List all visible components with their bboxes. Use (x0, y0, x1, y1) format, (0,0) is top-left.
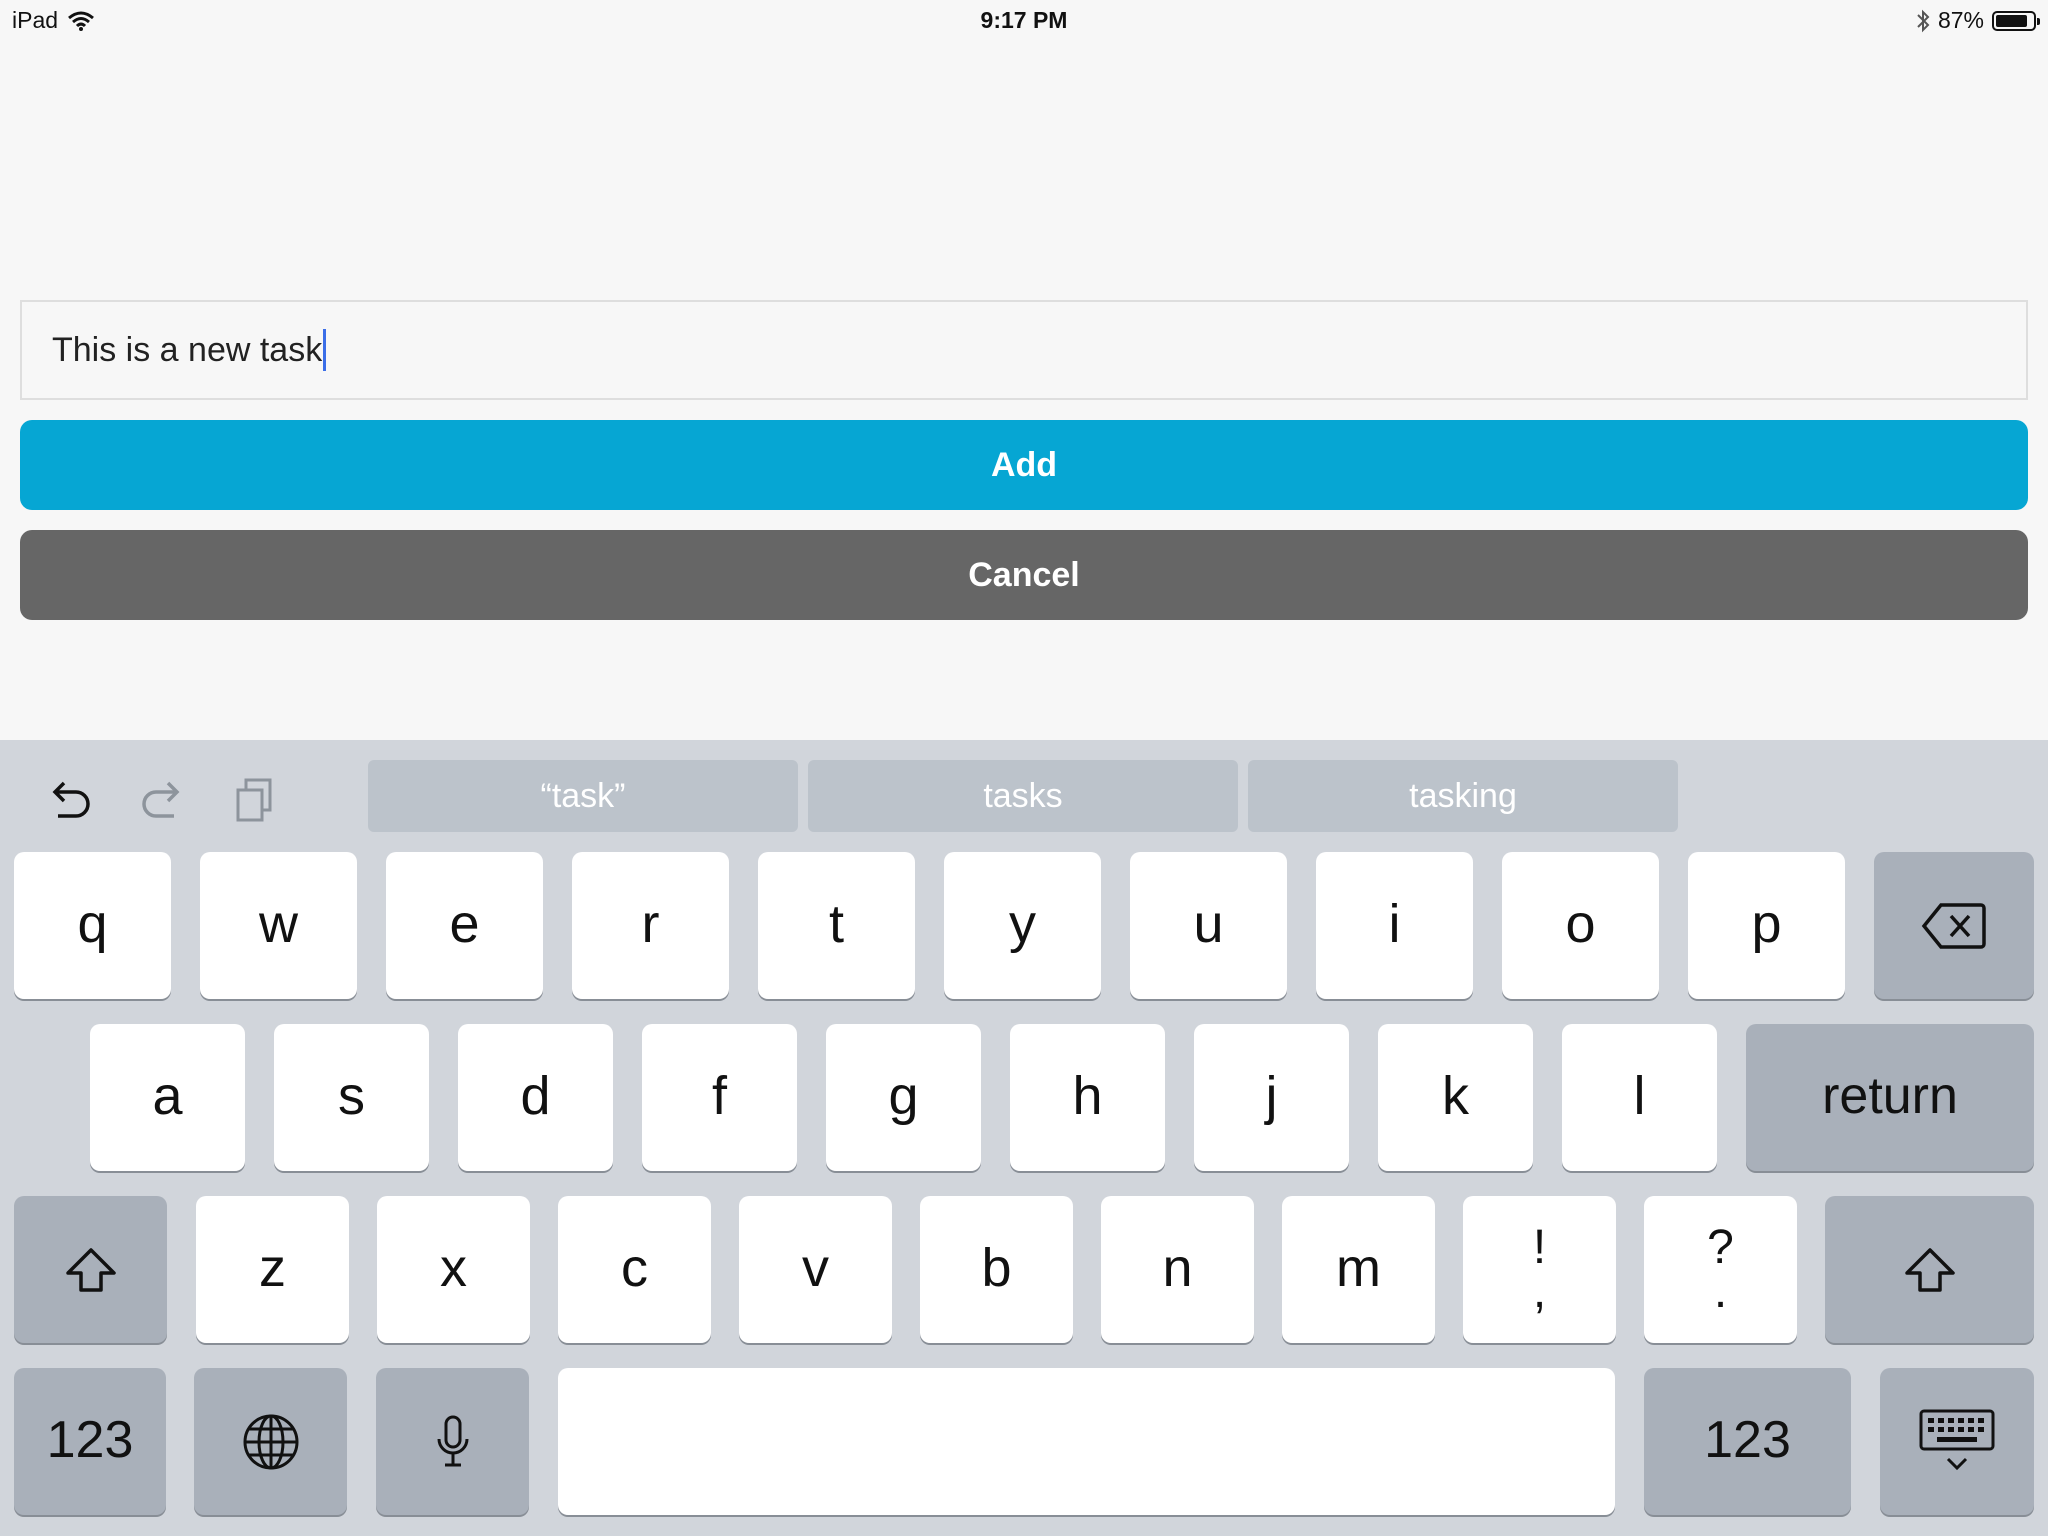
suggestion-2[interactable]: tasks (808, 760, 1238, 832)
battery-percent: 87% (1937, 7, 1984, 33)
key-question: ? (1707, 1220, 1734, 1274)
globe-icon (243, 1414, 298, 1469)
key-u[interactable]: u (1130, 852, 1287, 999)
delete-icon (1921, 902, 1986, 949)
key-t[interactable]: t (758, 852, 915, 999)
delete-key[interactable] (1874, 852, 2034, 999)
key-z[interactable]: z (196, 1196, 349, 1343)
keyboard-dismiss-key[interactable] (1880, 1368, 2034, 1515)
suggestion-1[interactable]: “task” (368, 760, 798, 832)
key-s[interactable]: s (274, 1024, 429, 1171)
shift-icon (1904, 1247, 1955, 1292)
key-w[interactable]: w (200, 852, 357, 999)
undo-icon[interactable] (40, 770, 100, 830)
numbers-key-left[interactable]: 123 (14, 1368, 166, 1515)
add-button[interactable]: Add (20, 420, 2028, 510)
key-question-period[interactable]: ? . (1644, 1196, 1797, 1343)
key-y[interactable]: y (944, 852, 1101, 999)
key-period: . (1713, 1264, 1728, 1318)
task-input-value: This is a new task (52, 330, 323, 369)
key-a[interactable]: a (90, 1024, 245, 1171)
status-right: 87% (1916, 7, 2040, 34)
numbers-key-right[interactable]: 123 (1644, 1368, 1851, 1515)
suggestion-3[interactable]: tasking (1248, 760, 1678, 832)
status-bar: iPad 9:17 PM 87% (0, 0, 2048, 42)
key-c[interactable]: c (558, 1196, 711, 1343)
text-cursor (323, 329, 327, 371)
key-exclamation: ! (1532, 1220, 1547, 1274)
space-key[interactable] (558, 1368, 1615, 1515)
redo-icon[interactable] (132, 770, 192, 830)
task-input[interactable]: This is a new task (20, 300, 2028, 400)
microphone-icon (437, 1415, 468, 1466)
key-n[interactable]: n (1101, 1196, 1254, 1343)
key-e[interactable]: e (386, 852, 543, 999)
key-l[interactable]: l (1562, 1024, 1717, 1171)
key-f[interactable]: f (642, 1024, 797, 1171)
key-comma: , (1532, 1264, 1547, 1318)
status-time: 9:17 PM (980, 7, 1068, 33)
key-m[interactable]: m (1282, 1196, 1435, 1343)
key-b[interactable]: b (920, 1196, 1073, 1343)
return-key[interactable]: return (1746, 1024, 2034, 1171)
key-q[interactable]: q (14, 852, 171, 999)
key-g[interactable]: g (826, 1024, 981, 1171)
key-d[interactable]: d (458, 1024, 613, 1171)
key-h[interactable]: h (1010, 1024, 1165, 1171)
key-v[interactable]: v (739, 1196, 892, 1343)
shift-key-left[interactable] (14, 1196, 167, 1343)
keyboard-dismiss-icon (1919, 1409, 1995, 1470)
key-exclamation-comma[interactable]: ! , (1463, 1196, 1616, 1343)
cancel-button[interactable]: Cancel (20, 530, 2028, 620)
bluetooth-icon (1917, 9, 1930, 32)
key-j[interactable]: j (1194, 1024, 1349, 1171)
paste-icon[interactable] (224, 770, 284, 830)
key-o[interactable]: o (1502, 852, 1659, 999)
key-i[interactable]: i (1316, 852, 1473, 999)
key-x[interactable]: x (377, 1196, 530, 1343)
shift-icon (65, 1247, 116, 1292)
key-p[interactable]: p (1688, 852, 1845, 999)
key-k[interactable]: k (1378, 1024, 1533, 1171)
globe-key[interactable] (194, 1368, 347, 1515)
battery-icon (1992, 10, 2040, 31)
key-r[interactable]: r (572, 852, 729, 999)
shift-key-right[interactable] (1825, 1196, 2034, 1343)
microphone-key[interactable] (376, 1368, 529, 1515)
battery-level (1996, 14, 2028, 27)
keyboard: “task” tasks tasking q w e r t y u i o p… (0, 740, 2048, 1536)
